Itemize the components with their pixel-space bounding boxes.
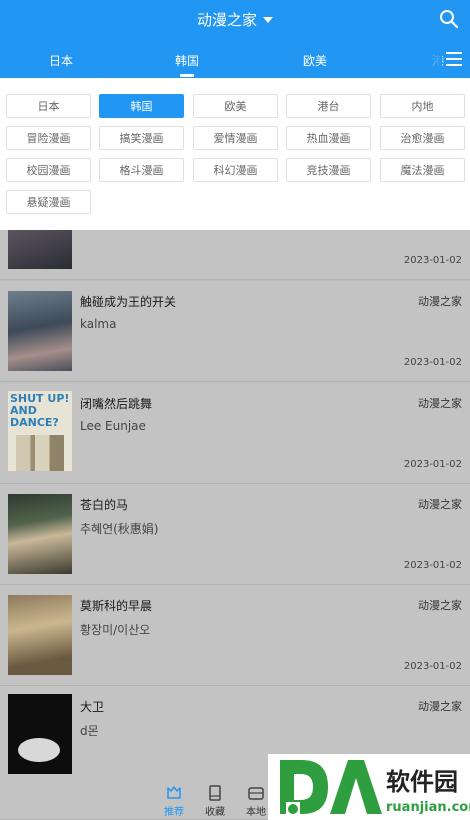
comic-title: 闭嘴然后跳舞	[80, 397, 153, 411]
comic-cover	[8, 494, 72, 574]
menu-icon	[446, 52, 462, 54]
comic-cover: SHUT UP! AND DANCE?	[8, 391, 72, 471]
chip-hk-tw[interactable]: 港台	[286, 94, 371, 118]
chip-adventure[interactable]: 冒险漫画	[6, 126, 91, 150]
comic-source: 动漫之家	[418, 599, 462, 612]
chip-healing[interactable]: 治愈漫画	[380, 126, 465, 150]
comic-source: 动漫之家	[418, 295, 462, 308]
list-item[interactable]: 触碰成为王的开关 kalma 动漫之家 2023-01-02	[0, 281, 470, 382]
nav-label: 收藏	[205, 807, 225, 818]
comic-title: 大卫	[80, 700, 105, 714]
comic-title: 莫斯科的早晨	[80, 599, 153, 613]
comic-author: Lee Eunjae	[80, 419, 146, 433]
chip-romance[interactable]: 爱情漫画	[193, 126, 278, 150]
chevron-down-icon	[263, 17, 273, 23]
search-button[interactable]	[438, 8, 460, 30]
watermark-brand: 软件园	[386, 768, 458, 796]
tab-korea[interactable]: 韩国	[175, 52, 199, 69]
comic-title: 苍白的马	[80, 498, 129, 512]
comic-author: 황장미/이산오	[80, 623, 151, 637]
comic-title: 触碰成为王的开关	[80, 295, 177, 309]
cover-figures	[16, 435, 64, 471]
tab-western[interactable]: 欧美	[303, 52, 327, 69]
menu-icon-line	[446, 64, 462, 66]
nav-favorites[interactable]: 收藏	[197, 782, 233, 820]
chip-action[interactable]: 热血漫画	[286, 126, 371, 150]
chip-mystery[interactable]: 悬疑漫画	[6, 190, 91, 214]
region-tabs: 日本 韩国 欧美 港	[0, 42, 470, 78]
comic-source: 动漫之家	[418, 397, 462, 410]
site-watermark: 软件园 ruanjian.com	[268, 754, 470, 820]
comic-list: 2023-01-02 触碰成为王的开关 kalma 动漫之家 2023-01-0…	[0, 230, 470, 820]
comic-author: kalma	[80, 317, 117, 331]
comic-cover	[8, 230, 72, 269]
comic-author: d몬	[80, 724, 99, 738]
update-date: 2023-01-02	[403, 357, 462, 368]
comic-source: 动漫之家	[418, 700, 462, 713]
recommend-icon	[167, 786, 181, 799]
update-date: 2023-01-02	[403, 459, 462, 470]
tabs-fade	[412, 42, 442, 78]
menu-icon-line	[446, 58, 462, 60]
chip-school[interactable]: 校园漫画	[6, 158, 91, 182]
list-item[interactable]: 2023-01-02	[0, 230, 470, 280]
list-item[interactable]: 莫斯科的早晨 황장미/이산오 动漫之家 2023-01-02	[0, 585, 470, 686]
chip-japan[interactable]: 日本	[6, 94, 91, 118]
chip-magic[interactable]: 魔法漫画	[380, 158, 465, 182]
comic-source: 动漫之家	[418, 498, 462, 511]
app-header: 动漫之家 日本 韩国 欧美 港	[0, 0, 470, 78]
nav-label: 推荐	[164, 807, 184, 818]
update-date: 2023-01-02	[403, 255, 462, 266]
comic-cover	[8, 291, 72, 371]
cover-text: SHUT UP! AND DANCE?	[10, 392, 70, 429]
chip-comedy[interactable]: 搞笑漫画	[99, 126, 184, 150]
title-row: 动漫之家	[0, 0, 470, 38]
chip-sports[interactable]: 竞技漫画	[286, 158, 371, 182]
update-date: 2023-01-02	[403, 560, 462, 571]
source-selector[interactable]: 动漫之家	[197, 9, 273, 30]
menu-button[interactable]	[446, 52, 462, 66]
watermark-logo: 软件园 ruanjian.com	[280, 760, 470, 816]
bookmark-icon	[209, 785, 221, 801]
chip-western[interactable]: 欧美	[193, 94, 278, 118]
search-icon	[440, 10, 459, 29]
app-title: 动漫之家	[196, 10, 257, 29]
update-date: 2023-01-02	[403, 661, 462, 672]
watermark-domain: ruanjian.com	[386, 800, 470, 815]
comic-cover	[8, 694, 72, 774]
comic-cover	[8, 595, 72, 675]
list-item[interactable]: 苍白的马 추혜연(秋惠娟) 动漫之家 2023-01-02	[0, 484, 470, 585]
chip-scifi[interactable]: 科幻漫画	[193, 158, 278, 182]
cover-pig	[18, 738, 60, 762]
chip-fighting[interactable]: 格斗漫画	[99, 158, 184, 182]
bottom-nav: 推荐 收藏 本地	[150, 782, 280, 820]
chip-mainland[interactable]: 内地	[380, 94, 465, 118]
chip-korea[interactable]: 韩国	[99, 94, 184, 118]
category-panel: 日本 韩国 欧美 港台 内地 冒险漫画 搞笑漫画 爱情漫画 热血漫画 治愈漫画 …	[0, 78, 470, 230]
tab-japan[interactable]: 日本	[49, 52, 73, 69]
storage-icon	[248, 787, 264, 800]
nav-recommend[interactable]: 推荐	[156, 782, 192, 820]
nav-label: 本地	[246, 807, 266, 818]
comic-author: 추혜연(秋惠娟)	[80, 522, 159, 536]
list-item[interactable]: SHUT UP! AND DANCE? 闭嘴然后跳舞 Lee Eunjae 动漫…	[0, 383, 470, 484]
